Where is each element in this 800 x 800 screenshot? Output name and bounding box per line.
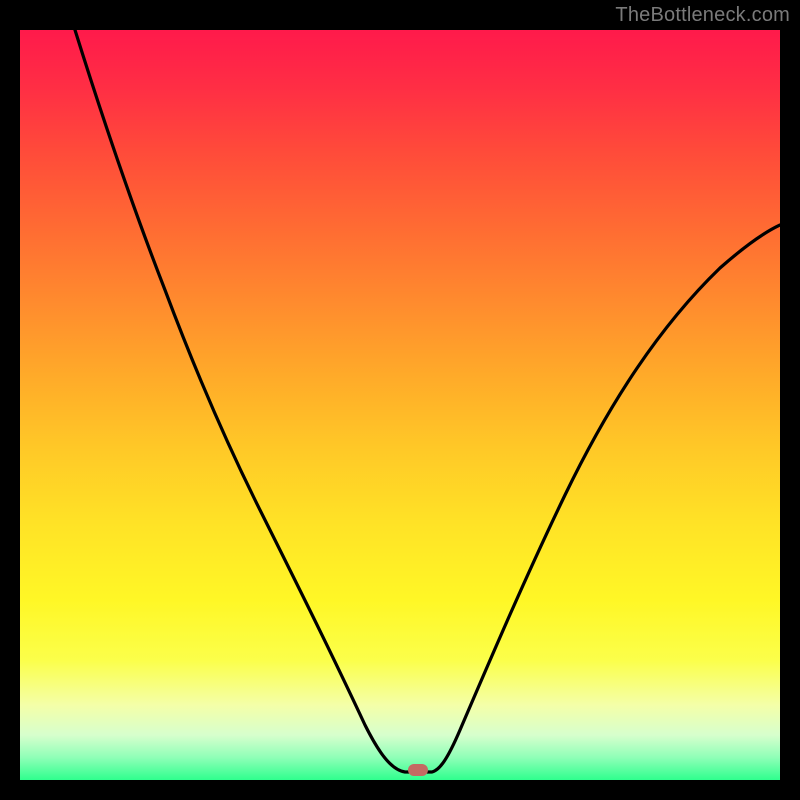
minimum-marker [408, 764, 428, 776]
chart-frame: TheBottleneck.com [0, 0, 800, 800]
bottleneck-curve [20, 30, 780, 780]
plot-area [20, 30, 780, 780]
curve-path [75, 30, 780, 772]
watermark-text: TheBottleneck.com [615, 4, 790, 27]
